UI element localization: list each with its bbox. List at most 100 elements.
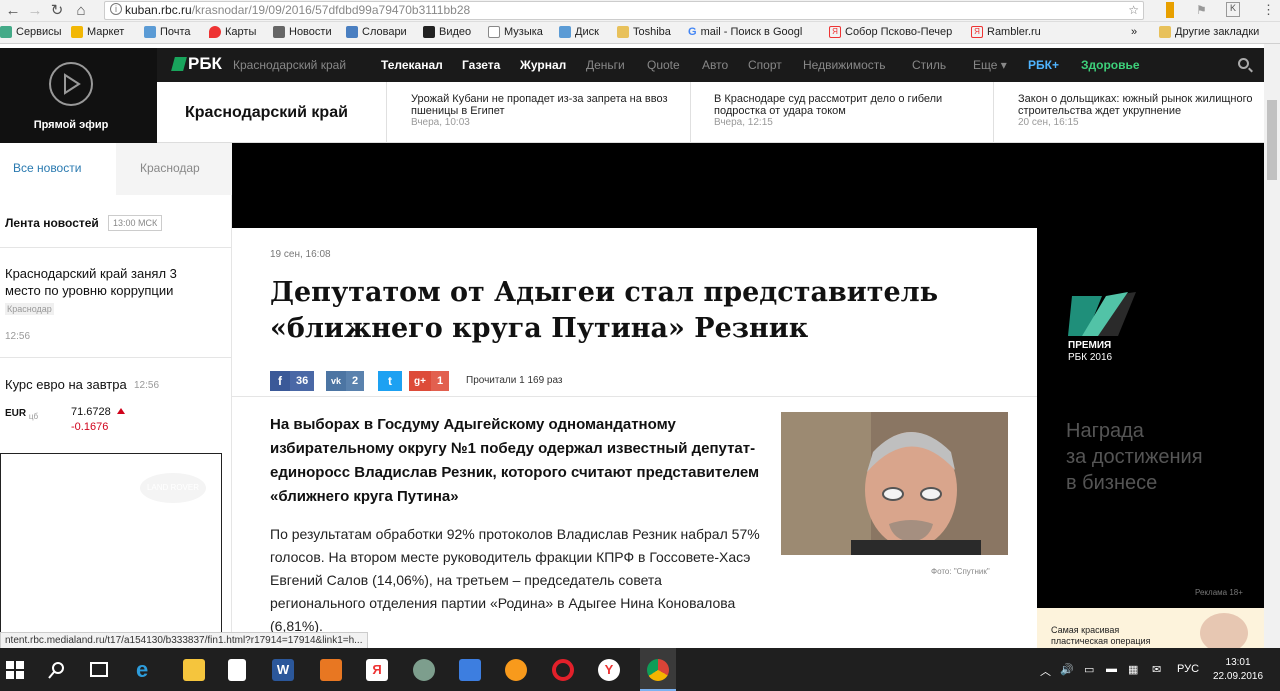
nav-newspaper[interactable]: Газета [462, 58, 500, 72]
header-headline[interactable]: Урожай Кубани не пропадет из-за запрета … [411, 93, 681, 129]
share-facebook[interactable]: f 36 [270, 371, 315, 391]
store-icon[interactable] [228, 659, 246, 681]
bookmark-item[interactable]: Toshiba [617, 26, 671, 38]
nav-sport[interactable]: Спорт [748, 58, 782, 72]
other-bookmarks[interactable]: Другие закладки [1159, 26, 1259, 38]
nav-tv[interactable]: Телеканал [381, 58, 443, 72]
network-icon[interactable]: ▦ [1128, 663, 1138, 676]
system-clock[interactable]: 13:01 22.09.2016 [1213, 656, 1263, 684]
battery-icon[interactable]: ▬ [1106, 663, 1117, 675]
share-vk[interactable]: vk 2 [326, 371, 365, 391]
nav-realty[interactable]: Недвижимость [803, 58, 886, 72]
arrow-up-icon [117, 408, 125, 414]
read-count: Прочитали 1 169 раз [466, 375, 563, 386]
nav-quote[interactable]: Quote [647, 58, 680, 72]
euro-rate-title[interactable]: Курс евро на завтра [5, 377, 127, 392]
article-title: Депутатом от Адыгеи стал представитель «… [270, 277, 939, 344]
nav-rbc-plus[interactable]: РБК+ [1028, 58, 1059, 72]
share-twitter[interactable]: t [378, 371, 402, 391]
tab-all-news[interactable]: Все новости [13, 161, 81, 175]
news-item-tag[interactable]: Краснодар [5, 303, 54, 315]
back-icon[interactable]: ← [4, 2, 22, 20]
scrollbar[interactable] [1264, 44, 1280, 648]
live-broadcast[interactable]: Прямой эфир [0, 48, 157, 143]
tray-chevron-icon[interactable]: ︿ [1040, 663, 1051, 679]
browser-toolbar: ← → ↻ ⌂ i kuban.rbc.ru/krasnodar/19/09/2… [0, 0, 1280, 22]
windows-start-icon[interactable] [6, 661, 24, 679]
share-gplus[interactable]: g+ 1 [409, 371, 450, 391]
edge-icon[interactable]: e [136, 659, 158, 681]
yandex-icon: Я [971, 26, 983, 38]
article-photo[interactable] [781, 412, 1008, 555]
bookmarks-more[interactable]: » [1131, 26, 1137, 38]
promo-banner[interactable]: Самая красивая пластическая операция [1037, 608, 1264, 653]
bookmark-item[interactable]: Музыка [488, 26, 543, 38]
app-icon[interactable] [505, 659, 527, 681]
extension-icon[interactable]: ⚑ [1196, 3, 1210, 17]
live-label: Прямой эфир [33, 119, 109, 131]
folder-icon [617, 26, 629, 38]
twitter-icon: t [378, 371, 402, 391]
star-icon[interactable]: ☆ [1128, 2, 1139, 19]
scrollbar-thumb[interactable] [1267, 100, 1277, 180]
opera-icon[interactable] [552, 659, 574, 681]
bookmark-item[interactable]: Сервисы [0, 26, 62, 38]
bookmark-item[interactable]: Словари [346, 26, 407, 38]
tab-krasnodar[interactable]: Краснодар [140, 161, 200, 175]
chrome-icon[interactable] [647, 659, 669, 681]
yandex-browser-icon[interactable]: Y [598, 659, 620, 681]
header-headline[interactable]: В Краснодаре суд рассмотрит дело о гибел… [714, 93, 984, 129]
home-icon[interactable]: ⌂ [72, 2, 90, 20]
tray-app-icon[interactable]: ▭ [1084, 663, 1094, 676]
bookmark-item[interactable]: Почта [144, 26, 191, 38]
word-icon[interactable]: W [272, 659, 294, 681]
bookmark-item[interactable]: Видео [423, 26, 471, 38]
folder-icon [1159, 26, 1171, 38]
info-icon[interactable]: i [110, 3, 122, 15]
bookmark-item[interactable]: Я Rambler.ru [971, 26, 1041, 38]
mail-app-icon[interactable] [459, 659, 481, 681]
dictionary-icon [346, 26, 358, 38]
nav-magazine[interactable]: Журнал [520, 58, 566, 72]
search-icon[interactable] [1238, 58, 1249, 69]
address-bar[interactable]: i kuban.rbc.ru/krasnodar/19/09/2016/57df… [104, 1, 1144, 20]
bookmark-item[interactable]: Новости [273, 26, 332, 38]
region-title[interactable]: Краснодарский край [185, 104, 348, 122]
gplus-icon: g+ [409, 371, 431, 391]
bookmark-item[interactable]: Маркет [71, 26, 124, 38]
bookmark-item[interactable]: Gmail - Поиск в Googl [688, 26, 802, 38]
bookmark-item[interactable]: Я Собор Псково-Печер [829, 26, 952, 38]
task-view-icon[interactable] [90, 662, 108, 677]
bookmark-item[interactable]: Диск [559, 26, 599, 38]
app-icon[interactable] [413, 659, 435, 681]
region-label[interactable]: Краснодарский край [233, 58, 346, 72]
nav-more[interactable]: Еще ▾ [973, 58, 1007, 72]
status-url: ntent.rbc.medialand.ru/t17/a154130/b3338… [0, 632, 368, 649]
language-indicator[interactable]: РУС [1177, 663, 1199, 675]
news-item-title[interactable]: Краснодарский край занял 3 место по уров… [5, 265, 205, 299]
media-icon[interactable] [320, 659, 342, 681]
reload-icon[interactable]: ↻ [48, 2, 66, 20]
currency-rate: 71.6728 [71, 406, 111, 418]
header-headline[interactable]: Закон о дольщиках: южный рынок жилищного… [1018, 93, 1264, 129]
search-icon[interactable] [48, 661, 66, 679]
menu-icon[interactable]: ⋮ [1262, 2, 1275, 18]
yandex-app-icon[interactable]: Я [366, 659, 388, 681]
nav-style[interactable]: Стиль [912, 58, 946, 72]
notification-icon[interactable]: ✉ [1152, 663, 1161, 676]
divider [0, 247, 232, 248]
extension-k-icon[interactable]: K [1226, 2, 1240, 17]
forward-icon[interactable]: → [26, 2, 44, 20]
nav-auto[interactable]: Авто [702, 58, 728, 72]
nav-money[interactable]: Деньги [586, 58, 625, 72]
premium-logo-icon [1068, 292, 1136, 336]
top-ad-banner[interactable] [232, 143, 1264, 228]
bookmarks-bar: Сервисы Маркет Почта Карты Новости Слова… [0, 22, 1280, 44]
rbc-logo[interactable]: РБК [171, 54, 222, 74]
nav-health[interactable]: Здоровье [1081, 58, 1140, 72]
explorer-icon[interactable] [183, 659, 205, 681]
volume-icon[interactable]: 🔊 [1060, 663, 1074, 676]
google-icon: G [688, 26, 697, 38]
bookmark-item[interactable]: Карты [209, 26, 256, 38]
bookmark-flag-icon[interactable] [1166, 2, 1174, 18]
